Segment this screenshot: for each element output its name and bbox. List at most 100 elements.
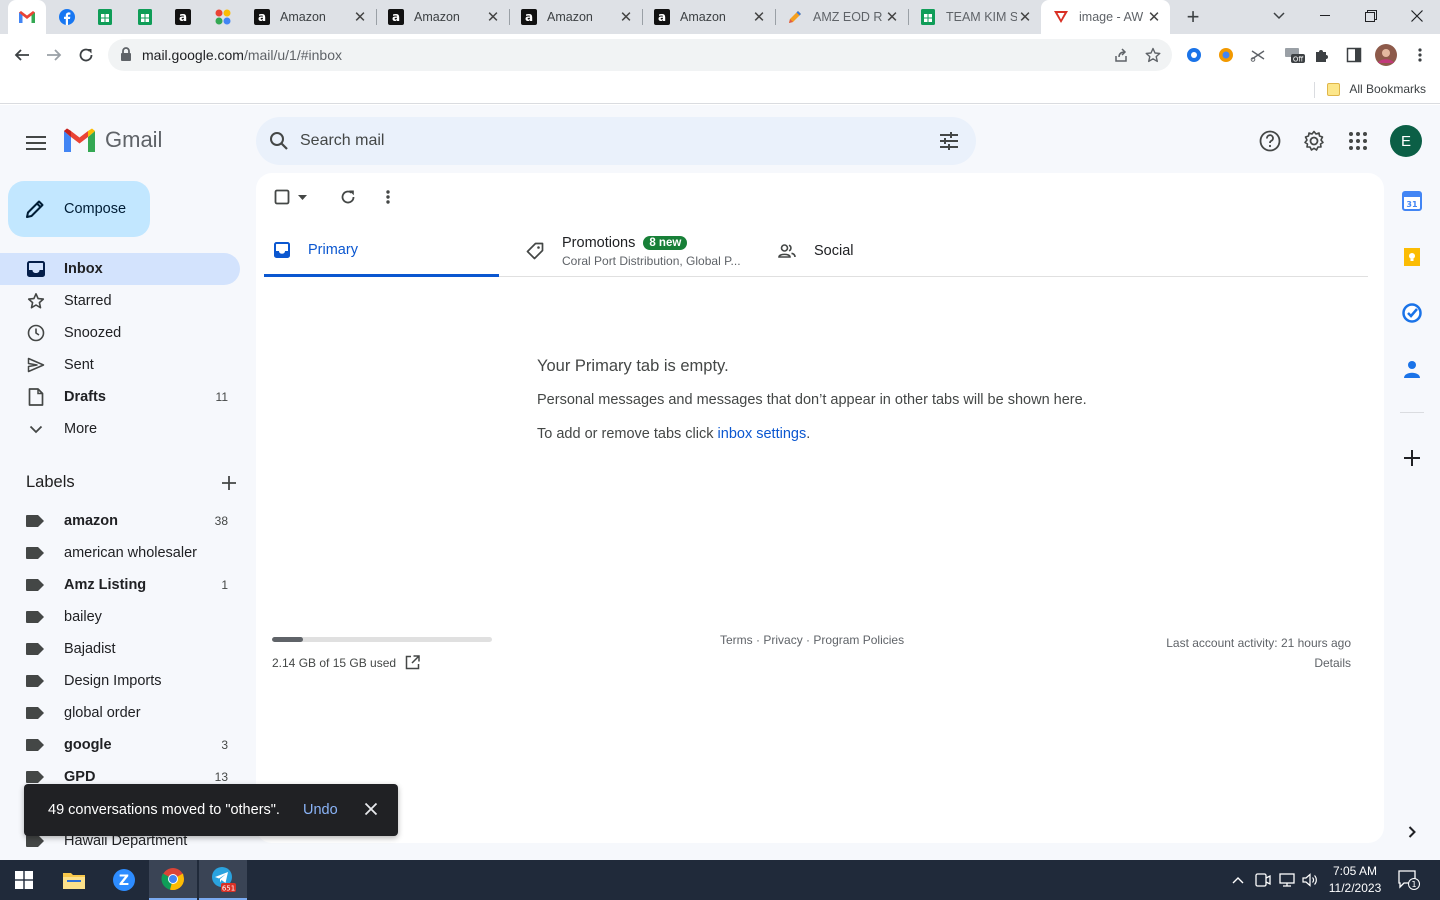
taskbar-zoom[interactable]: Z bbox=[100, 860, 148, 900]
gmail-logo[interactable]: Gmail bbox=[64, 127, 162, 153]
pinned-tab-amazon[interactable]: a bbox=[164, 0, 202, 34]
account-avatar[interactable]: E bbox=[1390, 125, 1422, 157]
search-input[interactable] bbox=[300, 129, 900, 153]
close-tab-icon[interactable]: ✕ bbox=[1146, 9, 1162, 26]
network-icon[interactable] bbox=[1279, 872, 1295, 888]
privacy-link[interactable]: Privacy bbox=[763, 633, 802, 647]
browser-tab-team-kim[interactable]: TEAM KIM S ✕ bbox=[908, 0, 1041, 34]
tab-search-button[interactable] bbox=[1256, 0, 1302, 32]
action-center-button[interactable]: 1 bbox=[1398, 870, 1420, 890]
pinned-tab-apps[interactable] bbox=[204, 0, 242, 34]
undo-button[interactable]: Undo bbox=[303, 802, 338, 818]
close-tab-icon[interactable]: ✕ bbox=[884, 9, 900, 26]
chrome-menu-icon[interactable] bbox=[1411, 46, 1429, 64]
nav-starred[interactable]: Starred bbox=[0, 285, 240, 317]
close-window-button[interactable] bbox=[1394, 0, 1440, 32]
system-clock[interactable]: 7:05 AM 11/2/2023 bbox=[1322, 863, 1388, 897]
label-item-design-imports[interactable]: Design Imports bbox=[0, 665, 240, 697]
address-bar[interactable]: mail.google.com/mail/u/1/#inbox bbox=[108, 39, 1172, 71]
nav-drafts[interactable]: Drafts 11 bbox=[0, 381, 240, 413]
extensions-puzzle-icon[interactable] bbox=[1313, 46, 1331, 64]
taskbar-chrome[interactable] bbox=[149, 860, 197, 900]
close-tab-icon[interactable]: ✕ bbox=[618, 9, 634, 26]
select-all-checkbox[interactable] bbox=[270, 189, 294, 205]
browser-tab-amazon-3[interactable]: a Amazon ✕ bbox=[509, 0, 642, 34]
new-tab-button[interactable]: + bbox=[1182, 4, 1204, 29]
close-tab-icon[interactable]: ✕ bbox=[352, 9, 368, 26]
nav-inbox[interactable]: Inbox bbox=[0, 253, 240, 285]
search-icon[interactable] bbox=[268, 130, 290, 152]
label-item-google[interactable]: google 3 bbox=[0, 729, 240, 761]
share-icon[interactable] bbox=[1113, 47, 1129, 63]
all-bookmarks-button[interactable]: All Bookmarks bbox=[1327, 82, 1426, 96]
browser-tab-amz-eod[interactable]: AMZ EOD R ✕ bbox=[775, 0, 908, 34]
tab-social[interactable]: Social bbox=[768, 225, 968, 277]
close-tab-icon[interactable]: ✕ bbox=[1017, 9, 1033, 26]
tray-meet-icon[interactable] bbox=[1255, 872, 1271, 888]
profile-avatar[interactable] bbox=[1375, 44, 1397, 66]
tag-icon bbox=[526, 242, 544, 260]
show-hidden-icons[interactable] bbox=[1230, 872, 1246, 888]
label-item-global-order[interactable]: global order bbox=[0, 697, 240, 729]
extension-scissor-icon[interactable] bbox=[1249, 46, 1267, 64]
open-in-new-icon[interactable] bbox=[396, 655, 420, 670]
nav-sent[interactable]: Sent bbox=[0, 349, 240, 381]
browser-tab-image-active[interactable]: image - AW ✕ bbox=[1041, 0, 1170, 34]
volume-icon[interactable] bbox=[1302, 872, 1318, 888]
more-vert-icon bbox=[386, 190, 390, 204]
program-policies-link[interactable]: Program Policies bbox=[813, 633, 904, 647]
get-addons-button[interactable] bbox=[1400, 446, 1424, 470]
pinned-tab-gmail[interactable] bbox=[8, 0, 46, 34]
browser-tab-amazon-4[interactable]: a Amazon ✕ bbox=[642, 0, 775, 34]
minimize-button[interactable] bbox=[1302, 0, 1348, 32]
contacts-app-icon[interactable] bbox=[1400, 357, 1424, 381]
taskbar-telegram[interactable]: 651 bbox=[199, 860, 247, 900]
create-label-button[interactable] bbox=[222, 475, 236, 490]
refresh-button[interactable] bbox=[336, 189, 360, 205]
details-link[interactable]: Details bbox=[1166, 653, 1351, 673]
side-panel-icon[interactable] bbox=[1345, 46, 1363, 64]
close-snackbar-icon[interactable] bbox=[364, 802, 378, 816]
pinned-tab-facebook[interactable] bbox=[48, 0, 86, 34]
nav-more[interactable]: More bbox=[0, 413, 240, 445]
search-bar[interactable] bbox=[256, 117, 976, 165]
label-item-american-wholesaler[interactable]: american wholesaler bbox=[0, 537, 240, 569]
label-item-bajadist[interactable]: Bajadist bbox=[0, 633, 240, 665]
inbox-settings-link[interactable]: inbox settings bbox=[718, 426, 807, 442]
extension-off-icon[interactable]: Off bbox=[1283, 46, 1305, 64]
browser-tab-amazon-1[interactable]: a Amazon ✕ bbox=[242, 0, 376, 34]
close-tab-icon[interactable]: ✕ bbox=[751, 9, 767, 26]
extension-orange-icon[interactable] bbox=[1217, 46, 1235, 64]
compose-button[interactable]: Compose bbox=[8, 181, 150, 237]
close-tab-icon[interactable]: ✕ bbox=[485, 9, 501, 26]
extension-blue-icon[interactable] bbox=[1185, 46, 1203, 64]
bookmark-star-icon[interactable] bbox=[1145, 47, 1161, 63]
tab-primary[interactable]: Primary bbox=[264, 225, 499, 277]
tab-promotions[interactable]: Promotions 8 new Coral Port Distribution,… bbox=[516, 225, 766, 277]
support-button[interactable] bbox=[1256, 127, 1284, 155]
reload-button[interactable] bbox=[72, 41, 100, 69]
terms-link[interactable]: Terms bbox=[720, 633, 753, 647]
nav-snoozed[interactable]: Snoozed bbox=[0, 317, 240, 349]
more-actions-button[interactable] bbox=[376, 189, 400, 205]
calendar-app-icon[interactable]: 31 bbox=[1400, 189, 1424, 213]
google-apps-button[interactable] bbox=[1344, 127, 1372, 155]
main-menu-button[interactable] bbox=[22, 129, 50, 157]
browser-tab-amazon-2[interactable]: a Amazon ✕ bbox=[376, 0, 509, 34]
taskbar-file-explorer[interactable] bbox=[50, 860, 98, 900]
start-button[interactable] bbox=[0, 860, 48, 900]
keep-app-icon[interactable] bbox=[1400, 245, 1424, 269]
label-item-amazon[interactable]: amazon 38 bbox=[0, 505, 240, 537]
expand-side-panel-button[interactable] bbox=[1400, 820, 1424, 844]
select-options-button[interactable] bbox=[294, 194, 310, 200]
settings-button[interactable] bbox=[1300, 127, 1328, 155]
pinned-tab-sheets-1[interactable] bbox=[86, 0, 124, 34]
forward-button[interactable] bbox=[40, 41, 68, 69]
label-item-bailey[interactable]: bailey bbox=[0, 601, 240, 633]
search-options-icon[interactable] bbox=[938, 130, 960, 152]
back-button[interactable] bbox=[8, 41, 36, 69]
pinned-tab-sheets-2[interactable] bbox=[126, 0, 164, 34]
tasks-app-icon[interactable] bbox=[1400, 301, 1424, 325]
label-item-amz-listing[interactable]: Amz Listing 1 bbox=[0, 569, 240, 601]
restore-button[interactable] bbox=[1348, 0, 1394, 32]
